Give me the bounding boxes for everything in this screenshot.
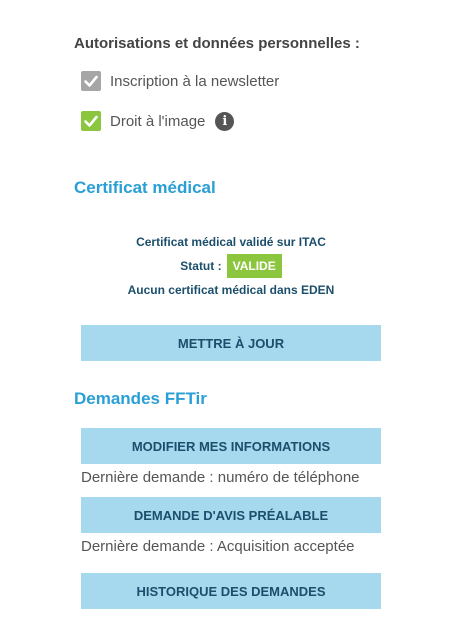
- newsletter-checkbox[interactable]: [81, 71, 101, 91]
- image-right-label: Droit à l'image: [110, 112, 206, 130]
- request-history-button[interactable]: HISTORIQUE DES DEMANDES: [81, 573, 381, 609]
- prior-last-request: Dernière demande : Acquisition acceptée: [81, 538, 355, 555]
- statut-row: Statut : VALIDE: [81, 254, 381, 278]
- status-badge: VALIDE: [226, 254, 282, 278]
- newsletter-checkbox-row[interactable]: Inscription à la newsletter: [81, 71, 279, 91]
- fftir-requests-title: Demandes FFTir: [74, 389, 207, 408]
- medical-certificate-title: Certificat médical: [74, 178, 216, 197]
- check-icon: [84, 75, 98, 87]
- check-icon: [84, 115, 98, 127]
- newsletter-label: Inscription à la newsletter: [110, 72, 280, 90]
- prior-opinion-request-button[interactable]: DEMANDE D'AVIS PRÉALABLE: [81, 497, 381, 533]
- info-icon[interactable]: i: [215, 111, 235, 131]
- profile-panel: Autorisations et données personnelles : …: [0, 0, 467, 644]
- update-button[interactable]: METTRE À JOUR: [81, 325, 381, 361]
- eden-status-line: Aucun certificat médical dans EDEN: [127, 283, 335, 297]
- modify-last-request: Dernière demande : numéro de téléphone: [81, 469, 360, 486]
- statut-label: Statut :: [180, 259, 222, 273]
- image-right-checkbox[interactable]: [81, 111, 101, 131]
- permissions-title: Autorisations et données personnelles :: [74, 35, 360, 52]
- modify-information-button[interactable]: MODIFIER MES INFORMATIONS: [81, 428, 381, 464]
- itac-status-line: Certificat médical validé sur ITAC: [136, 235, 326, 249]
- image-right-checkbox-row[interactable]: Droit à l'image i: [81, 111, 235, 131]
